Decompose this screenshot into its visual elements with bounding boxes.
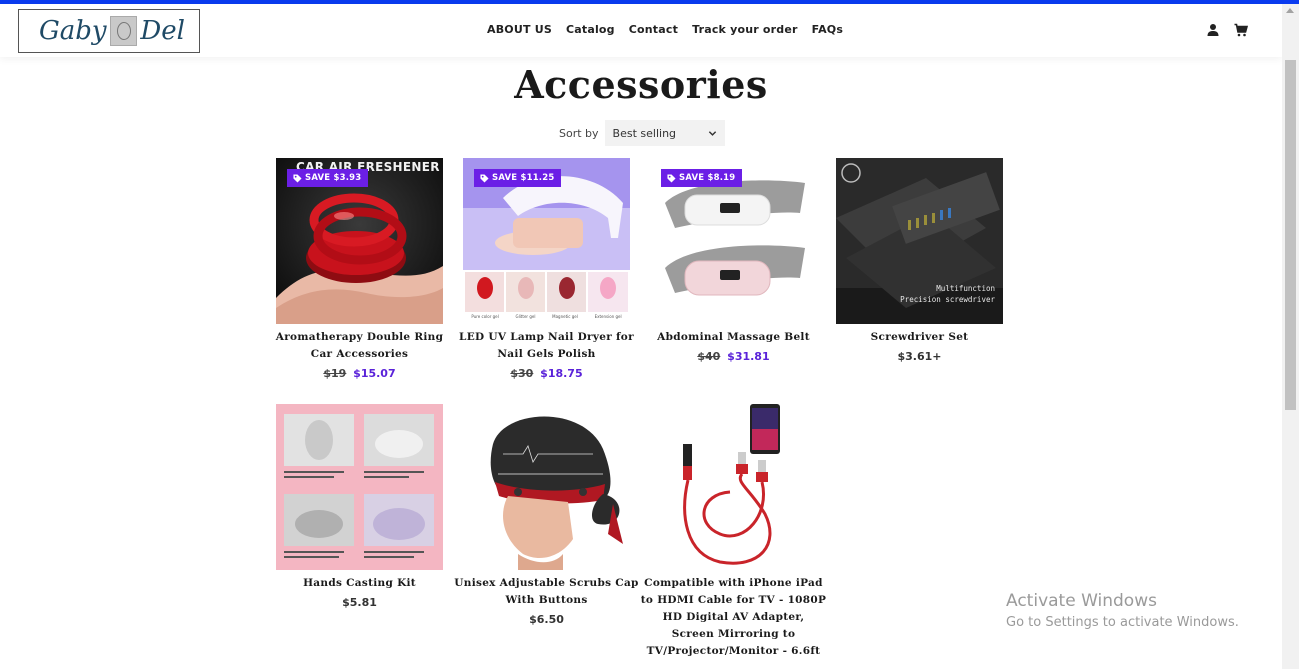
nav-contact[interactable]: Contact <box>629 23 678 36</box>
product-image[interactable]: CAR AIR FRESHENER SAVE $3.93 <box>276 158 443 324</box>
header-icons <box>1206 23 1248 37</box>
product-name[interactable]: Screwdriver Set <box>826 329 1013 346</box>
product-name[interactable]: Hands Casting Kit <box>266 575 453 592</box>
sort-control: Sort by Best selling <box>559 120 725 146</box>
save-badge-text: SAVE $3.93 <box>305 173 362 183</box>
save-badge-text: SAVE $8.19 <box>679 173 736 183</box>
tag-icon <box>480 173 489 183</box>
product-image[interactable]: Multifunction Precision screwdriver <box>836 158 1003 324</box>
site-header: Gaby Del ABOUT US Catalog Contact Track … <box>0 4 1282 57</box>
image-caption-line: Multifunction <box>936 284 995 293</box>
product-name[interactable]: Abdominal Massage Belt <box>640 329 827 346</box>
nav-faqs[interactable]: FAQs <box>812 23 843 36</box>
product-name[interactable]: Unisex Adjustable Scrubs Cap With Button… <box>453 575 640 609</box>
sale-price: $15.07 <box>353 367 396 380</box>
nav-about-us[interactable]: ABOUT US <box>487 23 552 36</box>
product-image[interactable] <box>276 404 443 570</box>
save-badge: SAVE $8.19 <box>661 169 743 187</box>
product-image-caption: Multifunction Precision screwdriver <box>900 283 995 305</box>
windows-activation-watermark: Activate Windows Go to Settings to activ… <box>1006 591 1239 630</box>
product-price: $3.61+ <box>836 350 1003 363</box>
product-price: $5.81 <box>276 596 443 609</box>
compare-at-price: $30 <box>510 367 534 380</box>
image-caption-line: Precision screwdriver <box>900 295 995 304</box>
cart-icon[interactable] <box>1234 23 1248 37</box>
save-badge: SAVE $3.93 <box>287 169 369 187</box>
price: $6.50 <box>529 613 564 626</box>
product-name[interactable]: LED UV Lamp Nail Dryer for Nail Gels Pol… <box>453 329 640 363</box>
product-image[interactable]: Pure color gel Glitter gel Magnetic gel … <box>463 158 630 324</box>
product-image[interactable] <box>463 404 630 570</box>
watermark-title: Activate Windows <box>1006 591 1157 611</box>
main-nav: ABOUT US Catalog Contact Track your orde… <box>487 23 843 36</box>
sort-label: Sort by <box>559 126 599 140</box>
nav-catalog[interactable]: Catalog <box>566 23 615 36</box>
brand-logo[interactable]: Gaby Del <box>18 9 200 53</box>
sort-select[interactable]: Best selling <box>604 120 725 146</box>
image-caption: Magnetic gel <box>552 314 578 319</box>
product-image-captions: Pure color gel Glitter gel Magnetic gel … <box>463 314 630 319</box>
product-price: $6.50 <box>463 613 630 626</box>
product-price: $19 $15.07 <box>276 367 443 380</box>
product-name[interactable]: Compatible with iPhone iPad to HDMI Cabl… <box>640 575 827 660</box>
watermark-subtitle: Go to Settings to activate Windows. <box>1006 615 1239 630</box>
logo-mark-icon <box>110 16 138 46</box>
logo-text-right: Del <box>140 16 185 46</box>
compare-at-price: $40 <box>697 350 721 363</box>
tag-icon <box>667 173 676 183</box>
image-caption: Glitter gel <box>515 314 536 319</box>
sort-select-value: Best selling <box>612 126 677 140</box>
scrollbar-thumb[interactable] <box>1285 60 1296 410</box>
compare-at-price: $19 <box>323 367 347 380</box>
save-badge: SAVE $11.25 <box>474 169 562 187</box>
user-icon[interactable] <box>1206 23 1220 37</box>
scroll-up-icon[interactable] <box>1286 8 1294 13</box>
nav-track-order[interactable]: Track your order <box>692 23 798 36</box>
sale-price: $18.75 <box>540 367 583 380</box>
page-title: Accessories <box>514 62 768 107</box>
product-image[interactable]: SAVE $8.19 <box>650 158 817 324</box>
price: $3.61+ <box>897 350 942 363</box>
logo-text-left: Gaby <box>39 16 107 46</box>
product-name[interactable]: Aromatherapy Double Ring Car Accessories <box>266 329 453 363</box>
product-price: $30 $18.75 <box>463 367 630 380</box>
sale-price: $31.81 <box>727 350 770 363</box>
save-badge-text: SAVE $11.25 <box>492 173 555 183</box>
page-scrollbar[interactable] <box>1282 4 1299 669</box>
price: $5.81 <box>342 596 377 609</box>
image-caption: Pure color gel <box>471 314 499 319</box>
image-caption: Extension gel <box>594 314 622 319</box>
tag-icon <box>293 173 302 183</box>
chevron-down-icon <box>708 130 716 136</box>
product-image[interactable] <box>650 404 817 570</box>
product-price: $40 $31.81 <box>650 350 817 363</box>
